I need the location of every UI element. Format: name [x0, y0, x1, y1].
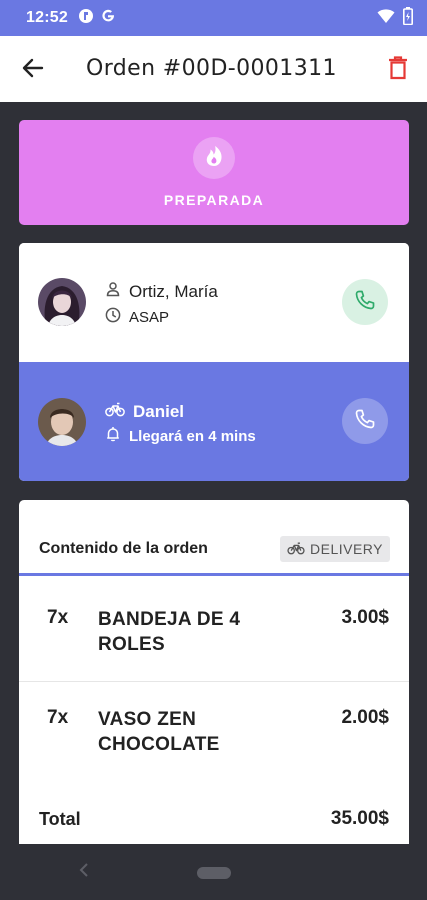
order-contents-card: Contenido de la orden DELIVERY 7x BANDEJ…: [19, 500, 409, 844]
customer-row: Ortiz, María ASAP: [19, 243, 409, 362]
trash-icon: [388, 55, 408, 85]
person-icon: [105, 281, 121, 302]
call-driver-button[interactable]: [342, 398, 388, 444]
total-value: 35.00$: [330, 808, 389, 829]
notification-app-icon: [78, 8, 94, 29]
phone-icon: [355, 409, 375, 434]
system-navigation-bar: [0, 844, 427, 900]
order-participants-card: Ortiz, María ASAP Daniel Llegará en 4 mi…: [19, 243, 409, 481]
google-g-icon: [100, 8, 116, 29]
driver-row: Daniel Llegará en 4 mins: [19, 362, 409, 481]
wifi-icon: [377, 8, 395, 29]
flame-icon: [203, 144, 225, 173]
order-total-row: Total 35.00$: [19, 785, 409, 844]
driver-avatar: [38, 398, 86, 446]
clock-icon: [105, 307, 121, 327]
bicycle-icon: [105, 401, 125, 422]
bicycle-icon: [287, 541, 305, 558]
item-price: 2.00$: [341, 707, 389, 728]
arrow-left-icon: [22, 58, 44, 83]
system-home-pill[interactable]: [197, 867, 231, 879]
bell-icon: [105, 426, 121, 446]
total-label: Total: [39, 809, 81, 829]
order-detail-content: PREPARADA Ortiz, María ASAP Daniel Llega…: [0, 102, 427, 844]
chevron-left-icon: [79, 862, 89, 882]
customer-name: Ortiz, María: [129, 281, 218, 301]
delete-order-button[interactable]: [383, 55, 413, 85]
driver-eta: Llegará en 4 mins: [129, 427, 256, 445]
item-name: VASO ZEN CHOCOLATE: [98, 709, 220, 755]
item-quantity: 7x: [47, 607, 69, 628]
system-back-button[interactable]: [74, 862, 94, 882]
item-name: BANDEJA DE 4 ROLES: [98, 609, 241, 655]
customer-avatar: [38, 278, 86, 326]
phone-icon: [355, 290, 375, 315]
page-title: Orden #00D-0001311: [86, 56, 337, 81]
battery-icon: [403, 6, 413, 30]
order-status-label: PREPARADA: [163, 192, 265, 208]
order-contents-title: Contenido de la orden: [39, 540, 208, 557]
order-contents-header: Contenido de la orden DELIVERY: [19, 500, 409, 576]
back-button[interactable]: [18, 55, 48, 85]
delivery-label: DELIVERY: [310, 541, 383, 557]
order-item: 7x VASO ZEN CHOCOLATE 2.00$: [19, 682, 409, 785]
system-status-bar: 12:52: [0, 0, 427, 36]
item-price: 3.00$: [341, 607, 389, 628]
order-status-card[interactable]: PREPARADA: [19, 120, 409, 225]
app-bar: Orden #00D-0001311: [0, 36, 427, 102]
status-time: 12:52: [26, 9, 68, 26]
customer-delivery-time: ASAP: [129, 308, 170, 326]
call-customer-button[interactable]: [342, 279, 388, 325]
item-quantity: 7x: [47, 707, 69, 728]
driver-name: Daniel: [133, 401, 185, 421]
order-item: 7x BANDEJA DE 4 ROLES 3.00$: [19, 579, 409, 682]
delivery-badge: DELIVERY: [280, 536, 390, 562]
